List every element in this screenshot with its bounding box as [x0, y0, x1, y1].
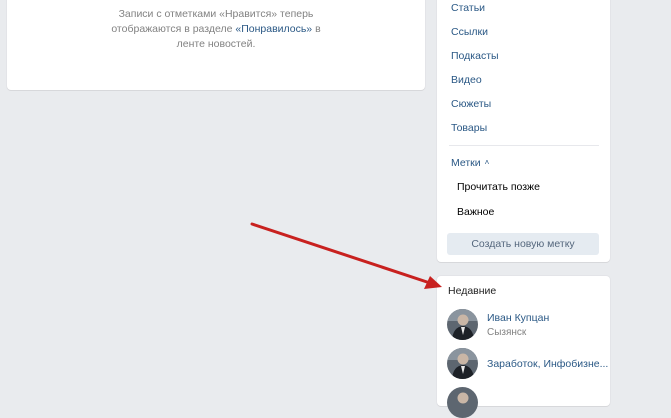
likes-notice-text: Записи с отметками «Нравится» теперь ото… — [97, 7, 335, 52]
recent-person-name[interactable]: Иван Купцан — [487, 312, 549, 324]
menu-divider — [449, 145, 599, 146]
menu-item-articles[interactable]: Статьи — [451, 2, 485, 14]
menu-item-goods[interactable]: Товары — [451, 122, 487, 134]
avatar[interactable] — [447, 348, 478, 379]
likes-notice-line3: ленте новостей. — [176, 38, 256, 50]
avatar[interactable] — [447, 309, 478, 340]
recent-card: Недавние Иван Купцан Сызянск Заработок, … — [437, 276, 610, 418]
bookmarks-menu: Статьи Ссылки Подкасты Видео Сюжеты Това… — [437, 0, 610, 262]
menu-item-video[interactable]: Видео — [451, 74, 482, 86]
recent-person-subtitle: Сызянск — [487, 327, 527, 338]
tag-read-later[interactable]: Прочитать позже — [457, 181, 540, 193]
recent-group-name[interactable]: Заработок, Инфобизне... — [487, 358, 608, 370]
tags-label: Метки — [451, 157, 481, 169]
likes-notice-line2-start: отображаются в разделе — [111, 23, 236, 35]
chevron-up-icon: ˄ — [484, 158, 490, 167]
likes-notice-card: Записи с отметками «Нравится» теперь ото… — [7, 0, 425, 90]
menu-item-stories[interactable]: Сюжеты — [451, 98, 491, 110]
tag-important[interactable]: Важное — [457, 206, 494, 218]
likes-notice-line1: Записи с отметками «Нравится» теперь — [118, 8, 314, 20]
likes-notice-line2-end: в — [312, 23, 321, 35]
menu-item-podcasts[interactable]: Подкасты — [451, 50, 499, 62]
create-tag-button[interactable]: Создать новую метку — [447, 233, 599, 255]
liked-section-link[interactable]: «Понравилось» — [235, 23, 312, 35]
avatar[interactable] — [447, 387, 478, 418]
tags-toggle[interactable]: Метки ˄ — [451, 157, 489, 169]
recent-title: Недавние — [448, 285, 497, 297]
likes-notice-line2: отображаются в разделе «Понравилось» в — [97, 22, 335, 37]
menu-item-links[interactable]: Ссылки — [451, 26, 488, 38]
